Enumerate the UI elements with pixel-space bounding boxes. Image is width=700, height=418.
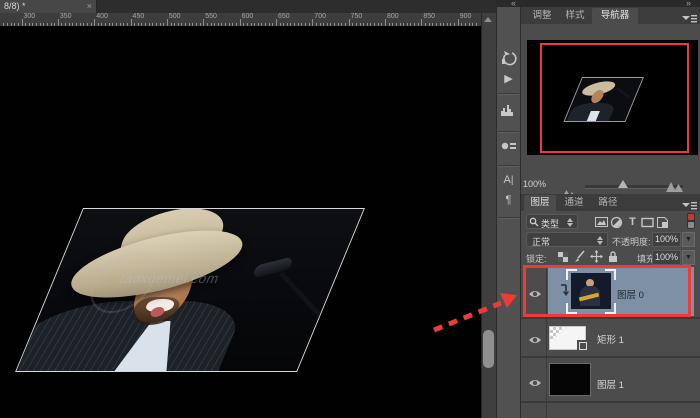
panel-menu-icon[interactable] [682, 11, 698, 21]
ruler-unit-label: 750 [351, 13, 363, 20]
tab-layers[interactable]: 图层 [524, 195, 556, 211]
fill-dropdown-icon[interactable]: ▼ [682, 250, 695, 265]
ruler-major-tick [276, 19, 277, 26]
scrollbar-thumb[interactable] [483, 330, 494, 368]
transparency-checker [550, 327, 566, 343]
filter-pixel-layers-icon[interactable] [595, 216, 608, 229]
ruler-major-tick [385, 19, 386, 26]
ruler-major-tick [58, 19, 59, 26]
paragraph-panel-icon[interactable]: ¶ [499, 191, 518, 210]
layer-visibility-eye-icon[interactable] [528, 375, 542, 393]
ruler-unit-label: 550 [205, 13, 217, 20]
close-tab-icon[interactable]: × [87, 0, 92, 13]
tab-adjustments[interactable]: 调整 [527, 8, 557, 24]
dock-header: « » [496, 0, 700, 7]
ruler-unit-label: 350 [60, 13, 72, 20]
ruler-major-tick [240, 19, 241, 26]
histogram-panel-icon[interactable] [499, 102, 518, 121]
watermark-text: taoxuemei.com [118, 271, 294, 286]
layer-visibility-eye-icon[interactable] [528, 332, 542, 350]
layer-comps-panel-icon[interactable] [499, 138, 518, 157]
filter-on-indicator [688, 214, 694, 220]
opacity-dropdown-icon[interactable]: ▼ [682, 232, 695, 247]
layer-1-thumbnail[interactable] [549, 363, 591, 396]
filter-shape-layers-icon[interactable] [641, 216, 654, 229]
fill-value[interactable]: 100% [652, 250, 681, 265]
ruler-major-tick [458, 19, 459, 26]
ruler-unit-label: 900 [460, 13, 472, 20]
zoom-slider-thumb[interactable] [618, 180, 628, 188]
row-divider [521, 317, 700, 319]
character-panel-icon[interactable]: A| [499, 171, 518, 190]
opacity-value[interactable]: 100% [652, 232, 681, 247]
strip-divider [498, 131, 519, 133]
row-divider [521, 356, 700, 358]
lock-transparency-icon[interactable] [557, 250, 570, 263]
zoom-level-value[interactable]: 100% [523, 179, 546, 189]
ruler-major-tick [131, 19, 132, 26]
filter-type-layers-icon[interactable]: T [626, 216, 639, 229]
strip-divider [498, 217, 519, 219]
filter-smart-objects-icon[interactable] [656, 216, 669, 229]
strip-divider [498, 165, 519, 167]
ruler-unit-label: 300 [24, 13, 36, 20]
history-panel-icon[interactable] [499, 50, 518, 69]
ruler-unit-label: 400 [96, 13, 108, 20]
filter-adjustment-layers-icon[interactable] [610, 216, 623, 229]
ruler-major-tick [167, 19, 168, 26]
layer-filter-kind-dropdown[interactable]: 类型 [526, 214, 578, 229]
lock-position-move-icon[interactable] [590, 250, 603, 263]
ruler-unit-label: 450 [133, 13, 145, 20]
filter-off-indicator [688, 222, 694, 228]
document-tab-bar: 8/8) * × [0, 0, 496, 14]
tab-styles[interactable]: 样式 [560, 8, 590, 24]
layer-1-name[interactable]: 图层 1 [597, 377, 624, 391]
navigator-preview[interactable] [527, 40, 698, 155]
ruler-unit-label: 700 [314, 13, 326, 20]
ruler-major-tick [22, 19, 23, 26]
layers-panel-menu-icon[interactable] [682, 198, 698, 208]
tab-channels[interactable]: 通道 [558, 195, 590, 211]
lock-label: 锁定: [526, 252, 547, 265]
tab-navigator[interactable]: 导航器 [592, 8, 638, 24]
row-divider [521, 401, 700, 403]
rectangle-1-name[interactable]: 矩形 1 [597, 332, 624, 346]
filter-toggle-switch[interactable] [687, 213, 695, 229]
photoshop-window: 8/8) * × 300 350 400 450 500 550 600 650 700 750 8… [0, 0, 700, 418]
lock-pixels-brush-icon[interactable] [573, 250, 586, 263]
ruler-major-tick [94, 19, 95, 26]
vector-mask-badge-icon [577, 340, 588, 351]
blend-mode-dropdown[interactable]: 正常 [526, 232, 608, 247]
ruler-unit-label: 600 [242, 13, 254, 20]
ruler-major-tick [421, 19, 422, 26]
document-tab[interactable]: 8/8) * × [0, 0, 97, 13]
filter-kind-label: 类型 [541, 217, 559, 230]
opacity-label: 不透明度: [612, 235, 651, 248]
ruler-unit-label: 650 [278, 13, 290, 20]
document-tab-title: 8/8) * [4, 1, 26, 11]
horizontal-ruler: 300 350 400 450 500 550 600 650 700 750 800 850 900 [0, 13, 481, 27]
strip-divider [498, 93, 519, 95]
updown-arrows-icon [597, 236, 604, 245]
ruler-unit-label: 800 [387, 13, 399, 20]
ruler-major-tick [312, 19, 313, 26]
skewed-photo-layer[interactable]: taoxuemei.com [15, 208, 365, 372]
tab-paths[interactable]: 路径 [592, 195, 624, 211]
canvas-area[interactable]: taoxuemei.com [0, 26, 481, 418]
search-icon [529, 217, 539, 227]
ruler-unit-label: 500 [169, 13, 181, 20]
blend-mode-value: 正常 [532, 235, 550, 248]
actions-panel-icon[interactable]: ▶ [499, 70, 518, 89]
lock-all-padlock-icon[interactable] [607, 250, 620, 263]
mini-microphone [617, 88, 631, 99]
ruler-major-tick [203, 19, 204, 26]
updown-arrows-icon [567, 218, 574, 227]
scrollbar-up-arrow-icon[interactable] [484, 17, 492, 22]
ruler-major-tick [349, 19, 350, 26]
annotation-highlight-rectangle [523, 265, 691, 317]
ruler-unit-label: 850 [423, 13, 435, 20]
